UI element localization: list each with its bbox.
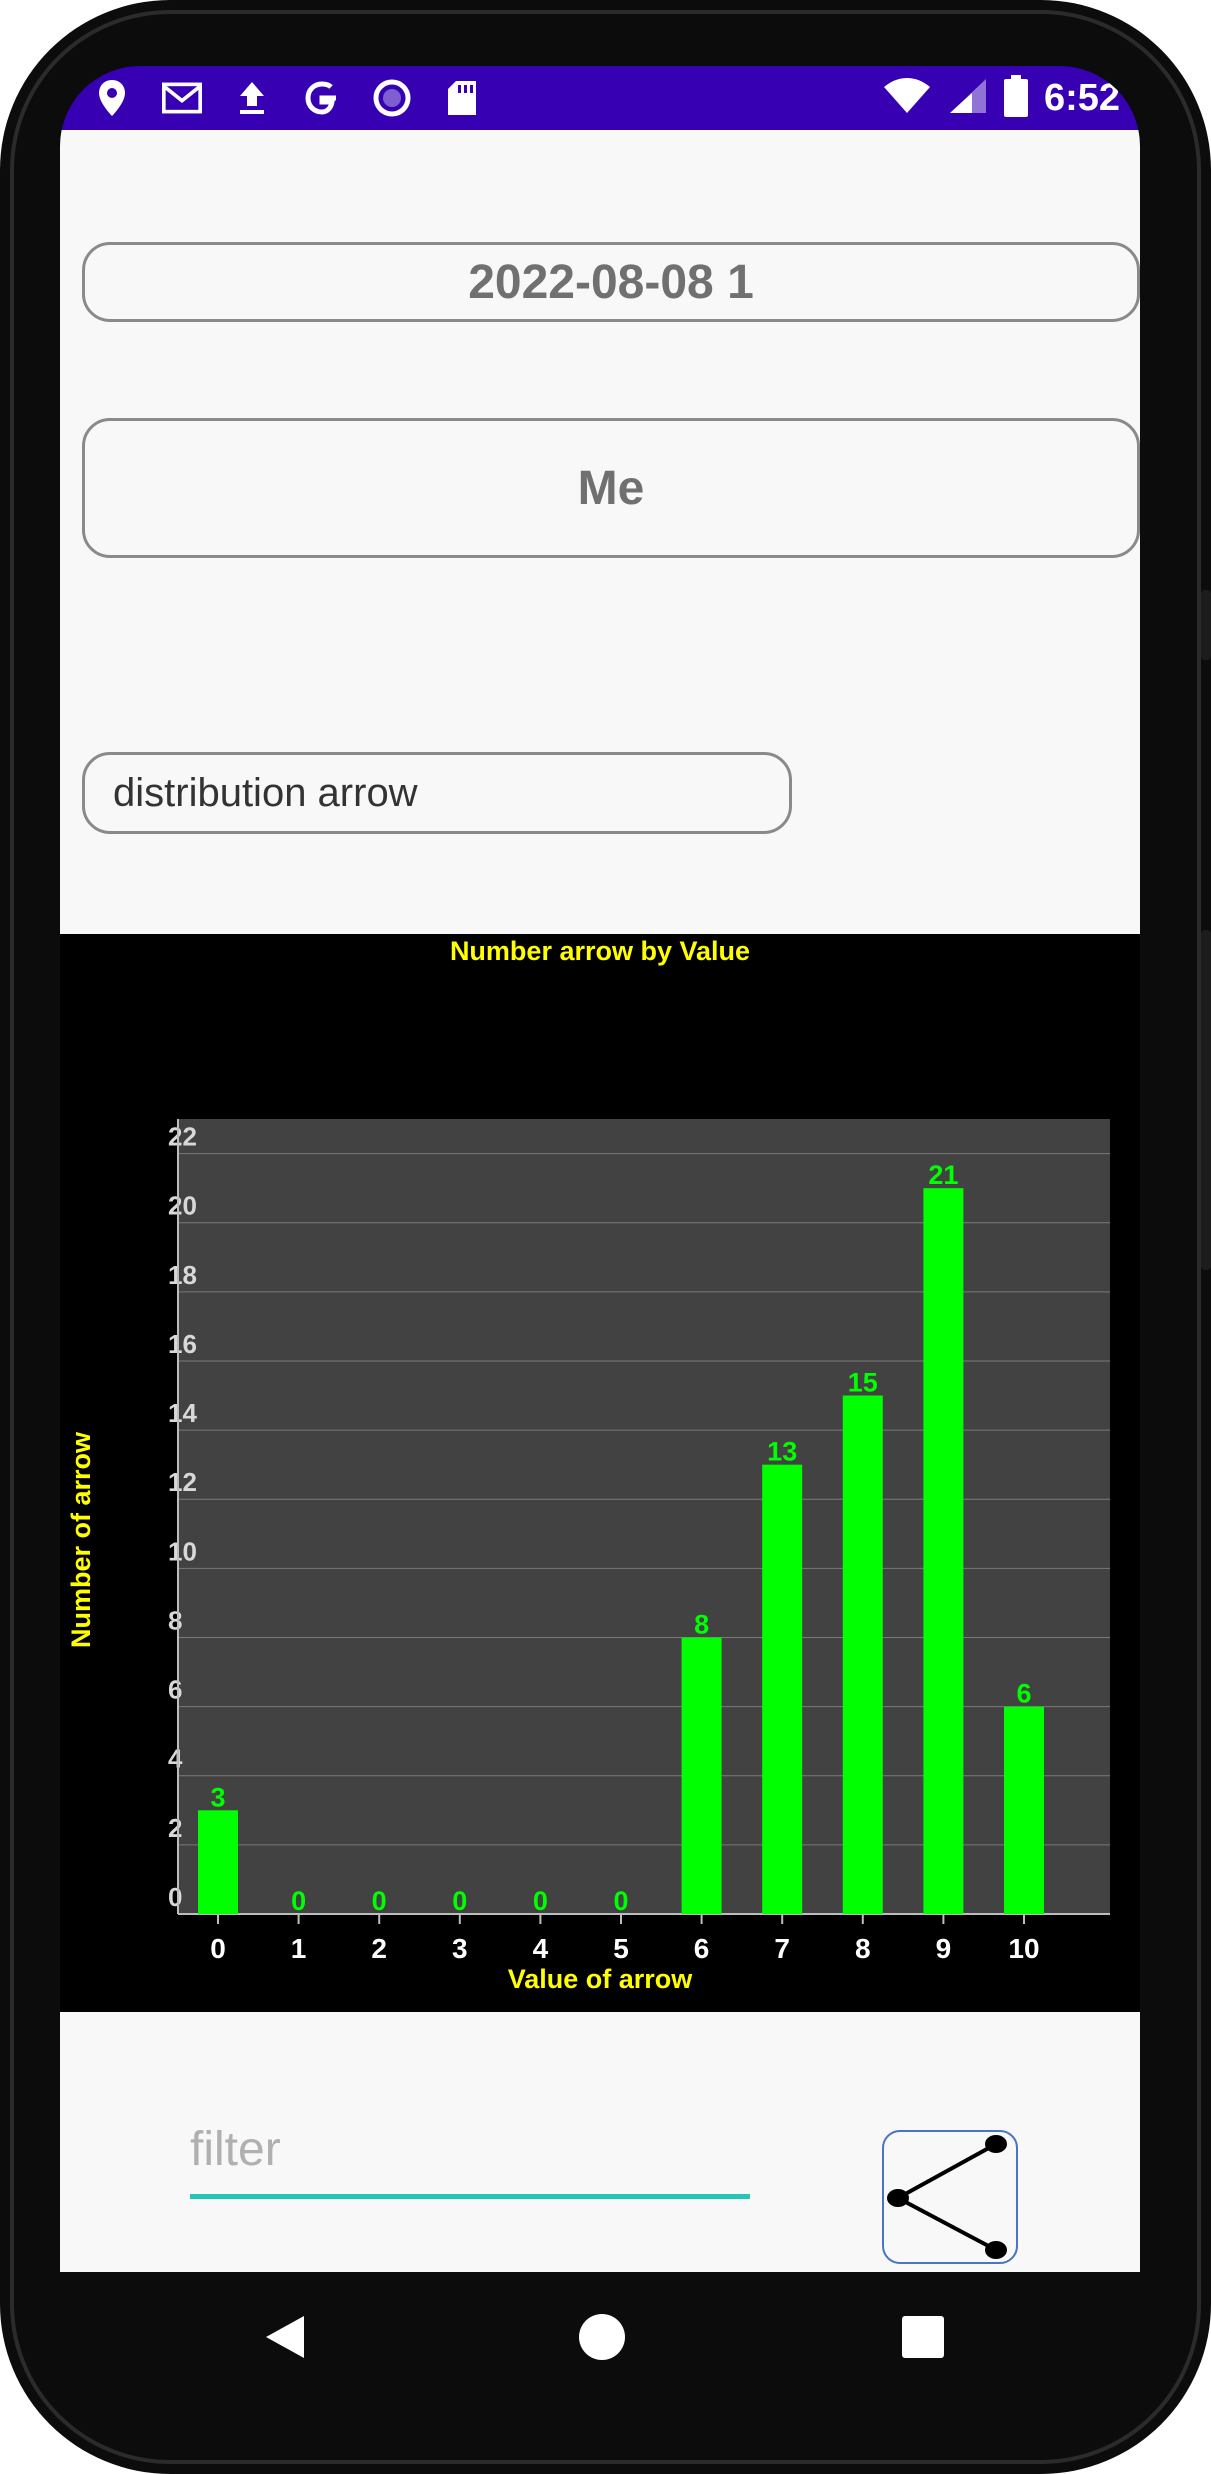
data-label: 21: [928, 1160, 958, 1190]
data-label: 3: [210, 1782, 225, 1812]
data-label: 13: [767, 1437, 797, 1467]
filter-panel: filter: [60, 2012, 1140, 2272]
x-tick-label: 6: [694, 1933, 710, 1964]
data-label: 0: [372, 1886, 387, 1916]
type-selector[interactable]: distribution arrow: [82, 752, 792, 834]
clock: 6:52: [1043, 76, 1120, 119]
y-tick-label: 16: [168, 1329, 197, 1359]
circle-app-icon: [372, 78, 412, 118]
y-tick-label: 0: [168, 1882, 182, 1912]
data-label: 0: [291, 1886, 306, 1916]
x-tick-label: 8: [855, 1933, 871, 1964]
bar-chart: Number arrow by Value0246810121416182022…: [66, 936, 1110, 2056]
share-icon: [884, 2135, 1016, 2266]
form-panel: 2022-08-08 1 Me distribution arrow: [60, 130, 1140, 934]
wifi-icon: [882, 77, 932, 120]
data-label: 8: [694, 1609, 709, 1639]
screen: 6:52 2022-08-08 1 Me distribution arrow …: [60, 66, 1140, 2272]
x-tick-label: 10: [1008, 1933, 1039, 1964]
y-tick-label: 2: [168, 1813, 182, 1843]
volume-button: [1201, 930, 1211, 1270]
battery-icon: [1003, 74, 1028, 122]
bar: [681, 1637, 722, 1914]
home-icon[interactable]: [577, 2312, 627, 2362]
data-label: 0: [613, 1886, 628, 1916]
y-tick-label: 20: [168, 1191, 197, 1221]
sd-card-icon: [442, 78, 482, 118]
data-label: 15: [848, 1368, 878, 1398]
y-tick-label: 8: [168, 1605, 182, 1635]
bar: [762, 1464, 803, 1914]
bar: [198, 1810, 238, 1914]
location-icon: [92, 78, 132, 118]
date-button[interactable]: 2022-08-08 1: [82, 242, 1140, 322]
bar: [923, 1188, 964, 1914]
y-tick-label: 10: [168, 1536, 197, 1566]
signal-icon: [948, 77, 988, 120]
data-label: 0: [533, 1886, 548, 1916]
y-tick-label: 4: [168, 1744, 183, 1774]
y-tick-label: 22: [168, 1122, 197, 1152]
data-label: 0: [452, 1886, 467, 1916]
bar: [1004, 1706, 1044, 1914]
x-tick-label: 3: [452, 1933, 468, 1964]
navigation-bar: [60, 2272, 1140, 2402]
filter-input[interactable]: filter: [190, 2122, 281, 2177]
bar: [842, 1395, 883, 1914]
x-tick-label: 9: [936, 1933, 952, 1964]
plot-background: [178, 1119, 1110, 1914]
y-axis-label: Number of arrow: [66, 1431, 96, 1648]
google-icon: [302, 78, 342, 118]
x-tick-label: 2: [371, 1933, 387, 1964]
power-button: [1201, 590, 1211, 660]
y-tick-label: 14: [168, 1398, 197, 1428]
x-tick-label: 1: [291, 1933, 307, 1964]
phone-frame: 6:52 2022-08-08 1 Me distribution arrow …: [0, 0, 1211, 2474]
x-tick-label: 0: [210, 1933, 226, 1964]
y-tick-label: 6: [168, 1675, 182, 1705]
x-tick-label: 4: [533, 1933, 549, 1964]
x-axis-label: Value of arrow: [508, 1964, 694, 1994]
x-tick-label: 7: [774, 1933, 790, 1964]
x-tick-label: 5: [613, 1933, 629, 1964]
y-tick-label: 12: [168, 1467, 197, 1497]
y-tick-label: 18: [168, 1260, 197, 1290]
me-button[interactable]: Me: [82, 418, 1140, 558]
back-icon[interactable]: [260, 2312, 310, 2362]
chart-title: Number arrow by Value: [450, 936, 750, 966]
gmail-icon: [162, 78, 202, 118]
data-label: 6: [1016, 1679, 1031, 1709]
filter-underline: [190, 2194, 750, 2199]
status-bar: 6:52: [60, 66, 1140, 130]
upload-icon: [232, 78, 272, 118]
chart-panel: Number arrow by Value 0 2 4 6 8 10 12 14 16 18 20 22…: [60, 934, 1140, 2056]
recents-icon[interactable]: [898, 2312, 948, 2362]
share-button[interactable]: [882, 2130, 1018, 2264]
